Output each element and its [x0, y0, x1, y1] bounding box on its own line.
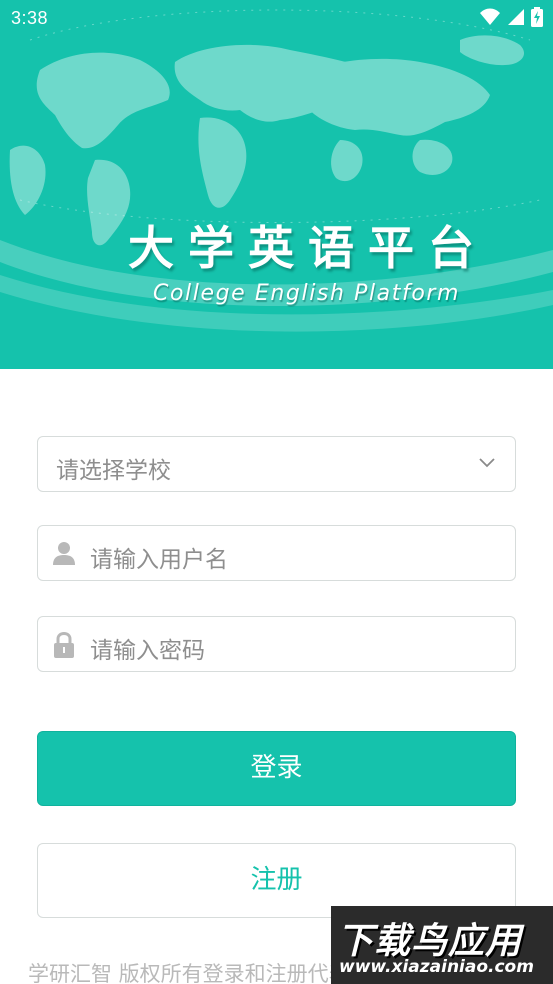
password-field[interactable]: 请输入密码: [37, 616, 516, 672]
lock-icon: [54, 632, 74, 658]
app-subtitle: College English Platform: [153, 281, 461, 306]
chevron-down-icon: [479, 458, 495, 468]
username-placeholder: 请输入用户名: [90, 547, 228, 573]
password-placeholder: 请输入密码: [90, 638, 205, 664]
hero-banner: 大学英语平台 College English Platform: [0, 0, 553, 369]
status-icons: [479, 7, 543, 27]
status-bar: 3:38: [0, 0, 553, 38]
username-field[interactable]: 请输入用户名: [37, 525, 516, 581]
user-icon: [53, 542, 75, 565]
wifi-icon: [480, 8, 500, 25]
login-button[interactable]: 登录: [37, 731, 516, 806]
cellular-signal-icon: [508, 9, 524, 25]
app-title: 大学英语平台: [128, 221, 488, 275]
world-map-illustration: [0, 9, 553, 332]
battery-charging-icon: [531, 7, 543, 27]
status-time: 3:38: [11, 8, 49, 28]
school-select[interactable]: 请选择学校: [37, 436, 516, 492]
watermark-url: www.xiazainiao.com: [339, 957, 534, 977]
school-select-placeholder: 请选择学校: [56, 458, 171, 484]
login-screen: 大学英语平台 College English Platform 3:38 请选择…: [0, 0, 553, 984]
watermark-logo: 下载鸟应用 www.xiazainiao.com: [331, 906, 553, 984]
